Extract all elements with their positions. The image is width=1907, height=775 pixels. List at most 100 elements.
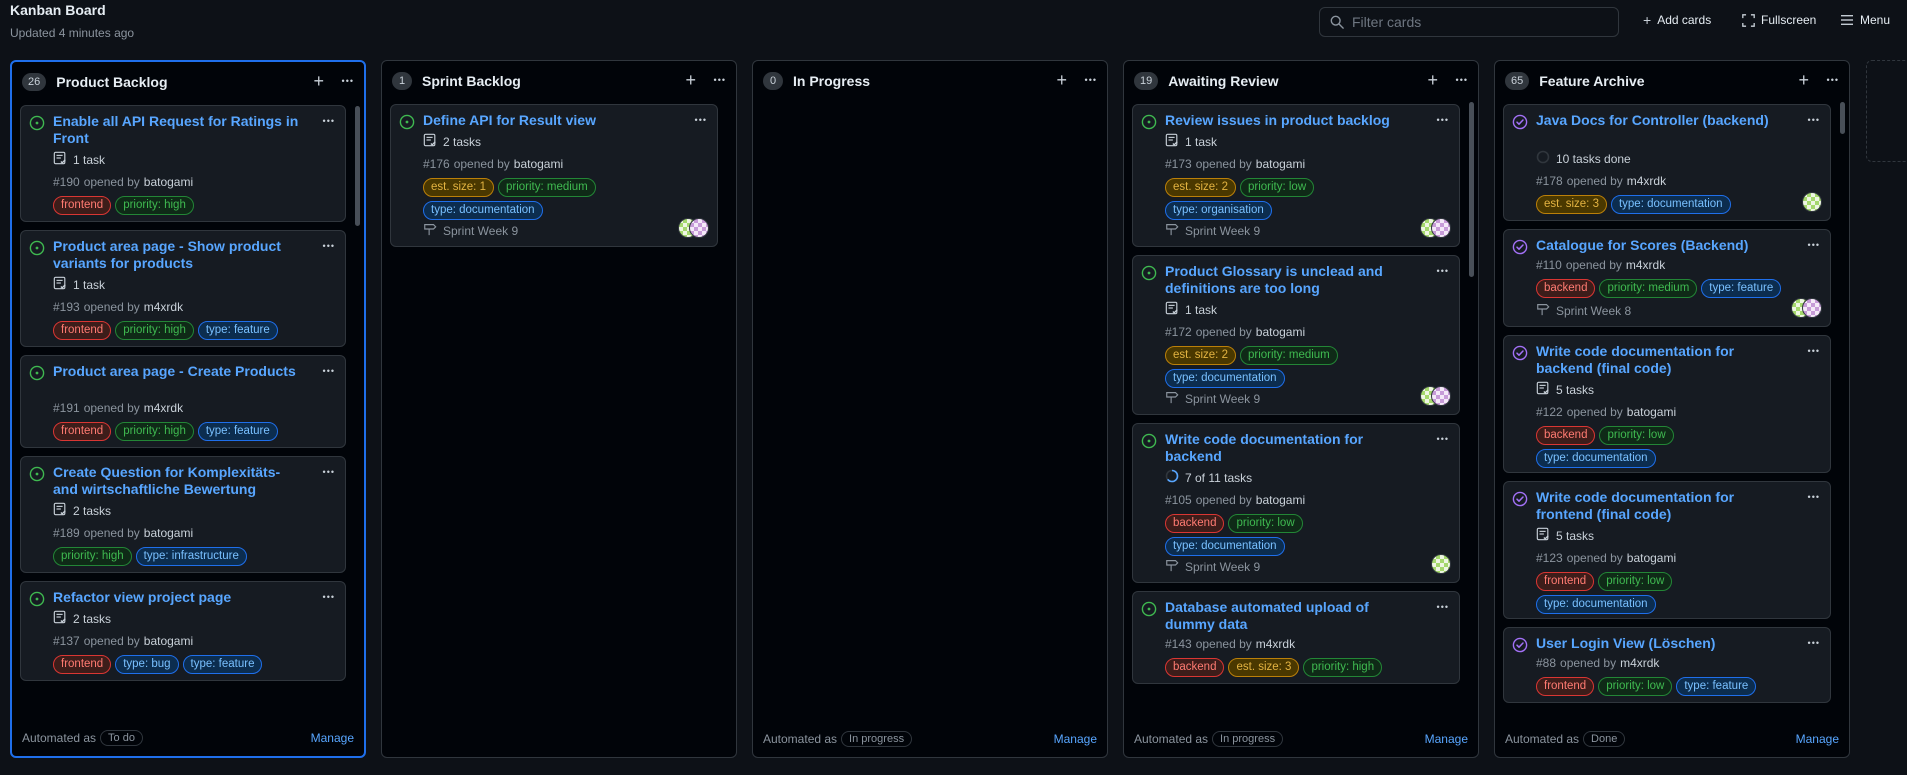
issue-card[interactable]: Catalogue for Scores (Backend) ••• #110 ope… bbox=[1503, 229, 1831, 327]
card-more-icon[interactable]: ••• bbox=[1808, 346, 1820, 356]
assignee-avatar[interactable] bbox=[1802, 192, 1822, 212]
label-est-size-3[interactable]: est. size: 3 bbox=[1228, 658, 1300, 677]
issue-card[interactable]: Product Glossary is unclead and definiti… bbox=[1132, 255, 1460, 415]
label-type-documentation[interactable]: type: documentation bbox=[1536, 595, 1656, 614]
card-title-link[interactable]: Enable all API Request for Ratings in Fr… bbox=[53, 113, 305, 147]
label-type-documentation[interactable]: type: documentation bbox=[1165, 537, 1285, 556]
card-title-link[interactable]: Review issues in product backlog bbox=[1165, 112, 1419, 129]
filter-cards-box[interactable] bbox=[1319, 7, 1619, 37]
card-title-link[interactable]: Create Question for Komplexitäts- and wi… bbox=[53, 464, 305, 498]
label-type-documentation[interactable]: type: documentation bbox=[1536, 449, 1656, 468]
label-est-size-1[interactable]: est. size: 1 bbox=[423, 178, 494, 197]
column-add-button[interactable]: + bbox=[1798, 70, 1809, 91]
column-more-icon[interactable]: ••• bbox=[714, 75, 726, 85]
card-title-link[interactable]: Define API for Result view bbox=[423, 112, 677, 129]
label-est-size-2[interactable]: est. size: 2 bbox=[1165, 346, 1236, 365]
label-type-feature[interactable]: type: feature bbox=[182, 655, 263, 674]
card-title-link[interactable]: Write code documentation for backend (fi… bbox=[1536, 343, 1790, 377]
column-add-button[interactable]: + bbox=[313, 71, 324, 92]
label-priority-high[interactable]: priority: high bbox=[115, 321, 194, 340]
manage-automation-link[interactable]: Manage bbox=[1054, 732, 1097, 746]
card-more-icon[interactable]: ••• bbox=[1437, 266, 1449, 276]
card-more-icon[interactable]: ••• bbox=[323, 366, 335, 376]
label-priority-medium[interactable]: priority: medium bbox=[1239, 346, 1338, 365]
card-more-icon[interactable]: ••• bbox=[1437, 602, 1449, 612]
label-frontend[interactable]: frontend bbox=[53, 422, 112, 441]
label-frontend[interactable]: frontend bbox=[53, 196, 112, 215]
label-priority-high[interactable]: priority: high bbox=[53, 547, 132, 566]
issue-card[interactable]: User Login View (Löschen) ••• #88 opened by… bbox=[1503, 627, 1831, 703]
label-type-organisation[interactable]: type: organisation bbox=[1165, 201, 1272, 220]
label-type-documentation[interactable]: type: documentation bbox=[1610, 195, 1731, 214]
card-more-icon[interactable]: ••• bbox=[323, 592, 335, 602]
card-author-link[interactable]: batogami bbox=[144, 526, 193, 540]
label-priority-high[interactable]: priority: high bbox=[115, 422, 194, 441]
card-title-link[interactable]: Write code documentation for backend bbox=[1165, 431, 1419, 465]
card-author-link[interactable]: batogami bbox=[1256, 493, 1305, 507]
issue-card[interactable]: Product area page - Create Products ••• #1… bbox=[20, 355, 346, 448]
card-title-link[interactable]: Refactor view project page bbox=[53, 589, 305, 606]
card-more-icon[interactable]: ••• bbox=[1808, 240, 1820, 250]
label-type-documentation[interactable]: type: documentation bbox=[423, 201, 543, 220]
card-more-icon[interactable]: ••• bbox=[323, 116, 335, 126]
assignee-avatar[interactable] bbox=[1431, 386, 1451, 406]
card-author-link[interactable]: batogami bbox=[1256, 157, 1305, 171]
column-add-button[interactable]: + bbox=[1427, 70, 1438, 91]
card-more-icon[interactable]: ••• bbox=[1808, 638, 1820, 648]
column-scrollbar[interactable] bbox=[355, 106, 360, 226]
card-more-icon[interactable]: ••• bbox=[695, 115, 707, 125]
card-author-link[interactable]: batogami bbox=[1256, 325, 1305, 339]
label-type-infrastructure[interactable]: type: infrastructure bbox=[135, 547, 247, 566]
card-author-link[interactable]: m4xrdk bbox=[1626, 258, 1665, 272]
label-backend[interactable]: backend bbox=[1165, 658, 1225, 677]
label-priority-low[interactable]: priority: low bbox=[1239, 178, 1315, 197]
label-type-documentation[interactable]: type: documentation bbox=[1165, 369, 1285, 388]
column-add-button[interactable]: + bbox=[685, 70, 696, 91]
assignee-avatar[interactable] bbox=[1431, 218, 1451, 238]
label-type-feature[interactable]: type: feature bbox=[1701, 279, 1782, 298]
issue-card[interactable]: Java Docs for Controller (backend) ••• 10 … bbox=[1503, 104, 1831, 221]
card-title-link[interactable]: Java Docs for Controller (backend) bbox=[1536, 112, 1790, 129]
card-author-link[interactable]: batogami bbox=[514, 157, 563, 171]
card-more-icon[interactable]: ••• bbox=[1808, 492, 1820, 502]
card-author-link[interactable]: batogami bbox=[144, 634, 193, 648]
issue-card[interactable]: Database automated upload of dummy data •… bbox=[1132, 591, 1460, 684]
issue-card[interactable]: Define API for Result view ••• 2 tasks #176… bbox=[390, 104, 718, 247]
card-author-link[interactable]: m4xrdk bbox=[144, 401, 183, 415]
card-more-icon[interactable]: ••• bbox=[1808, 115, 1820, 125]
assignee-avatar[interactable] bbox=[689, 218, 709, 238]
label-priority-medium[interactable]: priority: medium bbox=[1599, 279, 1698, 298]
manage-automation-link[interactable]: Manage bbox=[1425, 732, 1468, 746]
assignee-avatar[interactable] bbox=[1431, 554, 1451, 574]
card-more-icon[interactable]: ••• bbox=[323, 241, 335, 251]
label-priority-high[interactable]: priority: high bbox=[1303, 658, 1383, 677]
column-more-icon[interactable]: ••• bbox=[1085, 75, 1097, 85]
card-title-link[interactable]: Database automated upload of dummy data bbox=[1165, 599, 1419, 633]
issue-card[interactable]: Enable all API Request for Ratings in Fr… bbox=[20, 105, 346, 222]
label-type-feature[interactable]: type: feature bbox=[197, 321, 278, 340]
card-title-link[interactable]: Write code documentation for frontend (f… bbox=[1536, 489, 1790, 523]
column-more-icon[interactable]: ••• bbox=[1827, 75, 1839, 85]
card-author-link[interactable]: batogami bbox=[144, 175, 193, 189]
add-cards-button[interactable]: + Add cards bbox=[1643, 13, 1711, 27]
card-author-link[interactable]: batogami bbox=[1627, 405, 1676, 419]
label-frontend[interactable]: frontend bbox=[53, 321, 112, 340]
column-more-icon[interactable]: ••• bbox=[342, 76, 354, 86]
manage-automation-link[interactable]: Manage bbox=[1796, 732, 1839, 746]
column-more-icon[interactable]: ••• bbox=[1456, 75, 1468, 85]
issue-card[interactable]: Write code documentation for backend ••• 7… bbox=[1132, 423, 1460, 583]
label-backend[interactable]: backend bbox=[1536, 279, 1596, 298]
label-frontend[interactable]: frontend bbox=[1536, 677, 1595, 696]
column-add-button[interactable]: + bbox=[1056, 70, 1067, 91]
issue-card[interactable]: Write code documentation for backend (fi… bbox=[1503, 335, 1831, 473]
card-title-link[interactable]: Catalogue for Scores (Backend) bbox=[1536, 237, 1790, 254]
fullscreen-button[interactable]: Fullscreen bbox=[1742, 13, 1816, 27]
label-type-bug[interactable]: type: bug bbox=[115, 655, 179, 674]
card-more-icon[interactable]: ••• bbox=[323, 467, 335, 477]
label-type-feature[interactable]: type: feature bbox=[1676, 677, 1757, 696]
card-author-link[interactable]: m4xrdk bbox=[144, 300, 183, 314]
label-priority-medium[interactable]: priority: medium bbox=[497, 178, 596, 197]
card-title-link[interactable]: User Login View (Löschen) bbox=[1536, 635, 1790, 652]
label-backend[interactable]: backend bbox=[1536, 426, 1596, 445]
menu-button[interactable]: Menu bbox=[1840, 13, 1890, 27]
